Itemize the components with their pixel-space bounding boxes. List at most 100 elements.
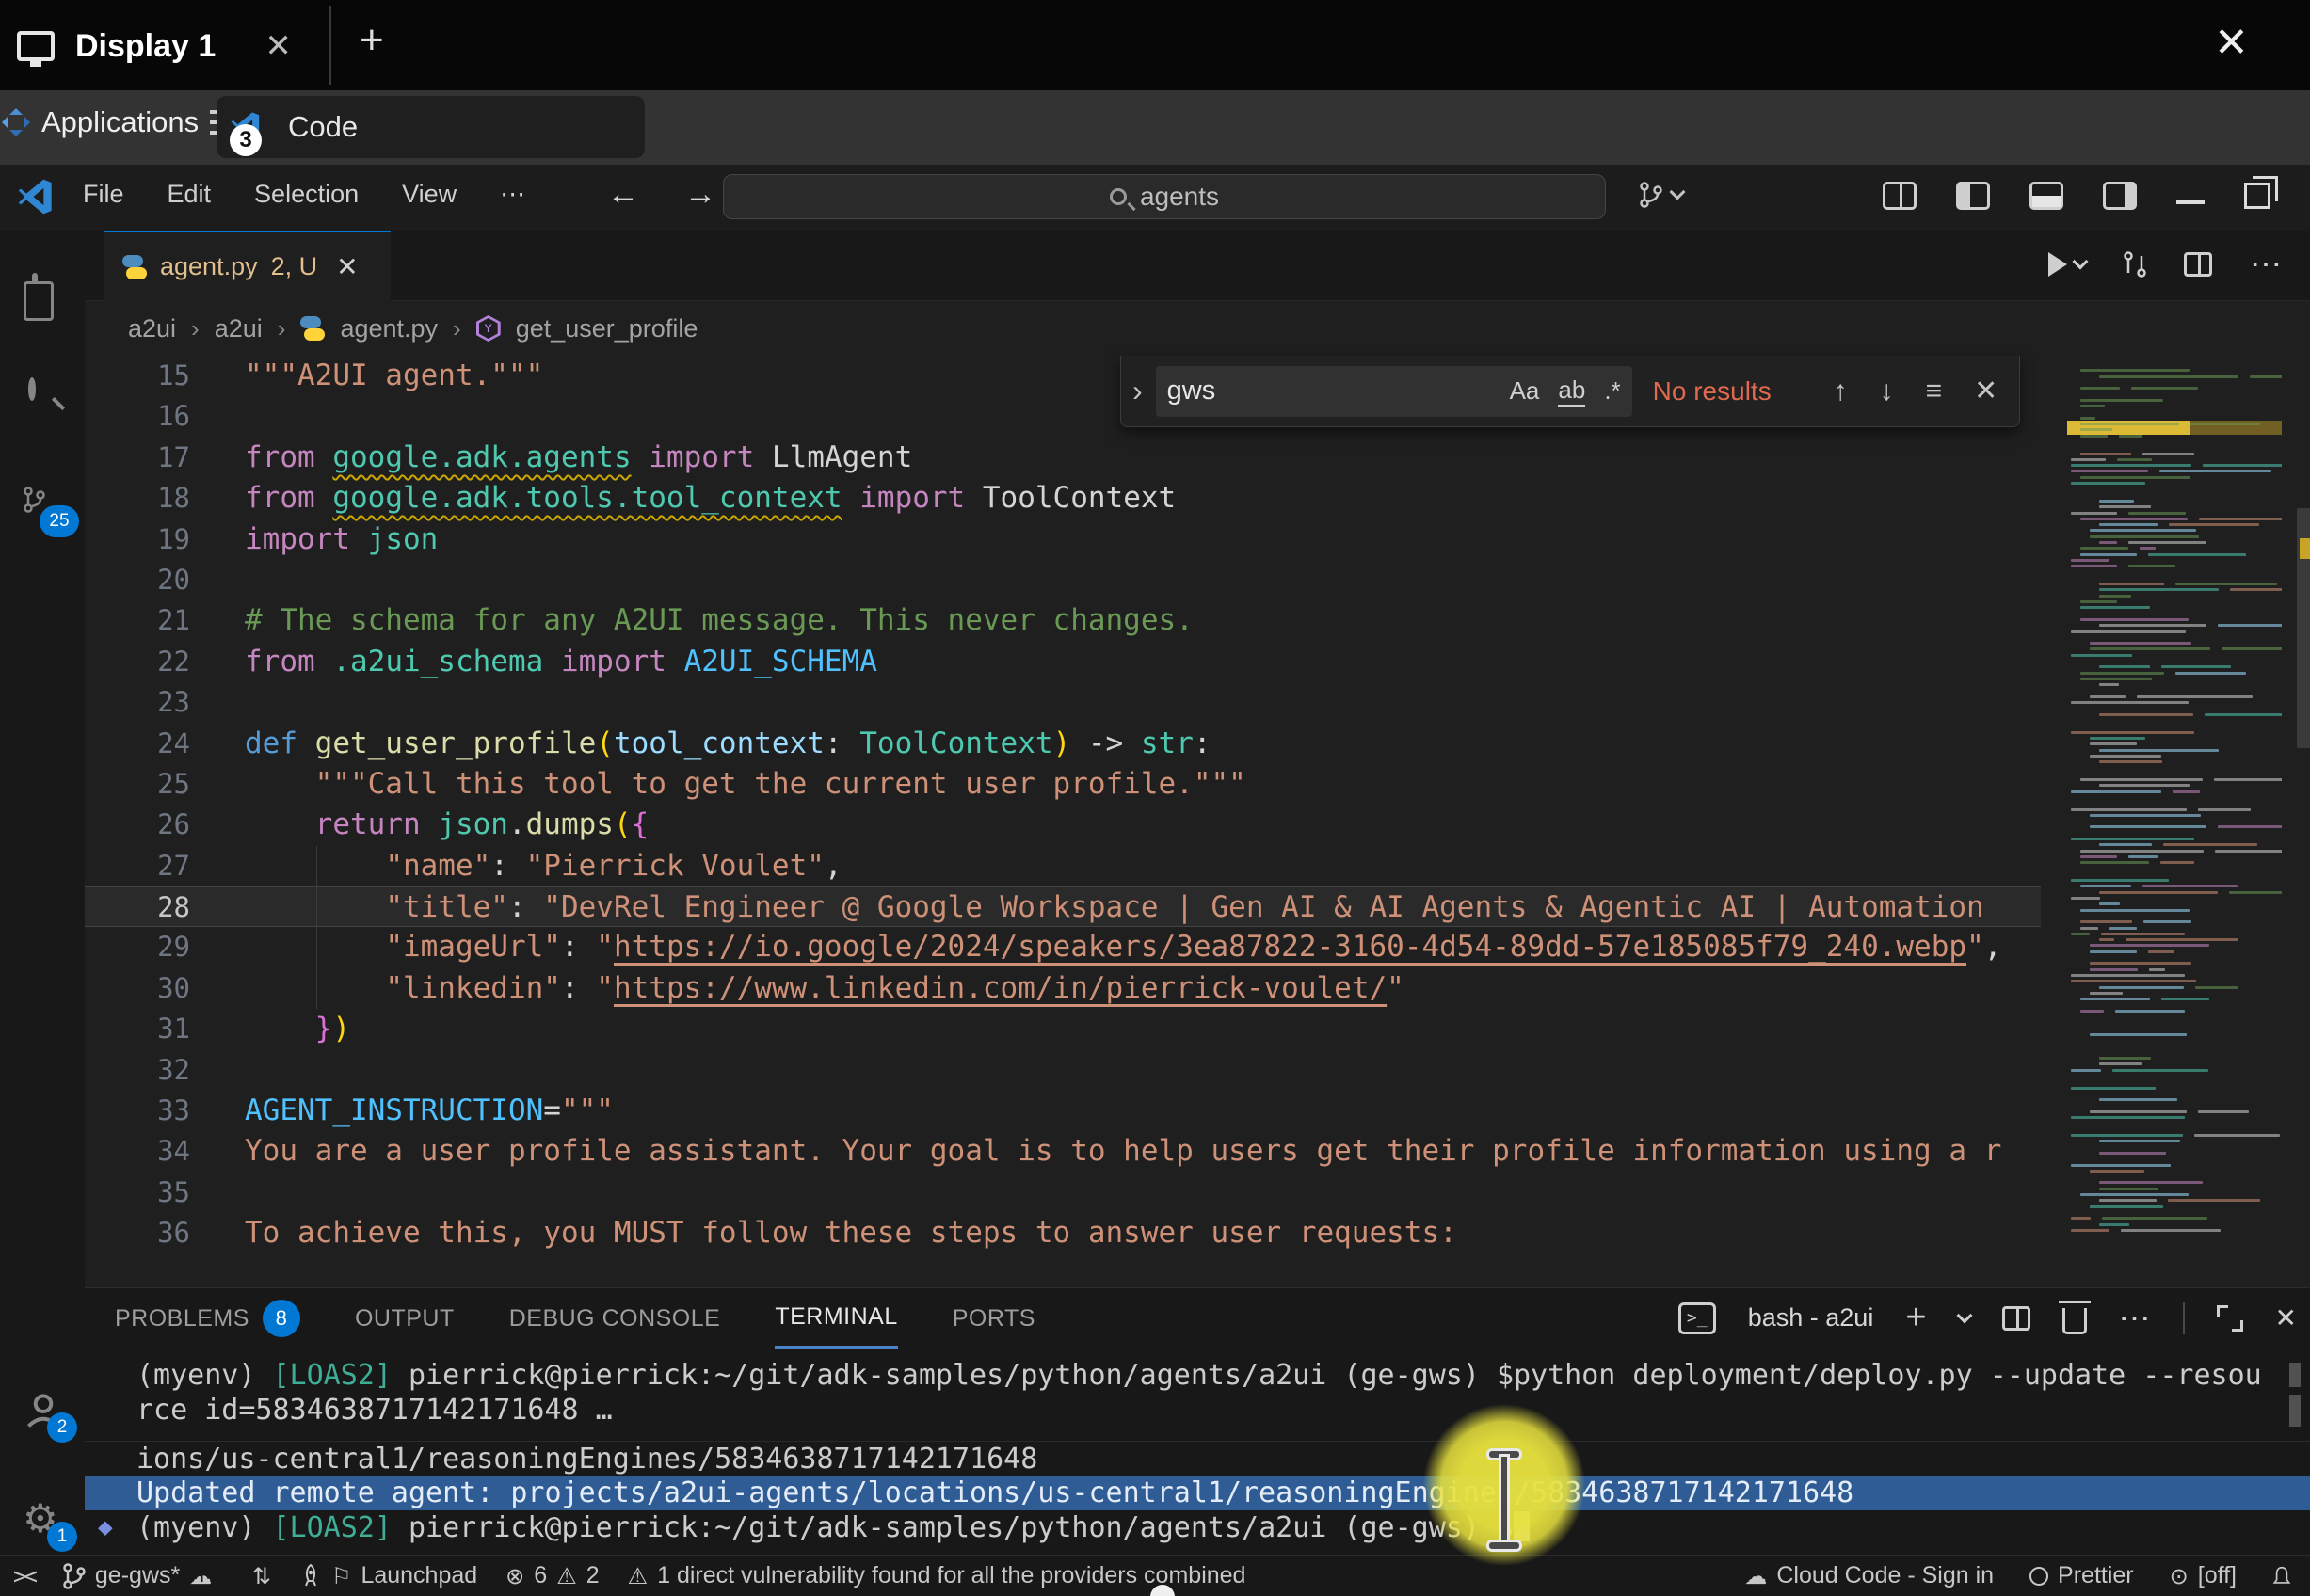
tab-close-icon[interactable]: ✕ [336, 251, 358, 282]
find-close-icon[interactable]: ✕ [1974, 375, 1997, 407]
code-line-18[interactable]: 18from google.adk.tools.tool_context imp… [85, 478, 2310, 519]
code-line-26[interactable]: 26 return json.dumps({ [85, 805, 2310, 845]
menu-file[interactable]: File [83, 180, 124, 209]
breadcrumb-a2ui-2[interactable]: a2ui [215, 314, 263, 343]
breadcrumb-symbol[interactable]: get_user_profile [516, 314, 698, 343]
find-in-selection-icon[interactable]: ≡ [1926, 375, 1943, 407]
compare-changes-icon[interactable] [2124, 251, 2146, 278]
find-previous-icon[interactable]: ↑ [1834, 375, 1848, 407]
vnc-new-tab-button[interactable]: + [360, 17, 384, 64]
prompt-decoration-icon[interactable]: ◆ [98, 1510, 113, 1545]
tab-terminal[interactable]: TERMINAL [775, 1288, 897, 1349]
customize-layout-icon[interactable] [1883, 182, 1917, 210]
kill-terminal-icon[interactable] [2062, 1308, 2087, 1334]
terminal-dropdown-icon[interactable] [1956, 1307, 1972, 1323]
maximize-panel-icon[interactable] [2217, 1305, 2243, 1332]
tab-agent-py[interactable]: agent.py 2, U ✕ [104, 231, 391, 301]
toggle-sidebar-icon[interactable] [1956, 182, 1990, 210]
remote-indicator[interactable]: >< [13, 1563, 35, 1589]
tab-debug-console[interactable]: DEBUG CONSOLE [509, 1288, 721, 1349]
breadcrumb-a2ui-1[interactable]: a2ui [128, 314, 176, 343]
explorer-icon[interactable] [23, 276, 64, 317]
launchpad-status[interactable]: ⚐ Launchpad [299, 1562, 477, 1589]
window-minimize-icon[interactable] [2176, 200, 2205, 204]
code-line-32[interactable]: 32 [85, 1050, 2310, 1091]
new-terminal-button[interactable]: + [1905, 1298, 1926, 1338]
whole-word-toggle[interactable]: ab [1558, 375, 1585, 407]
terminal-session-label[interactable]: bash - a2ui [1748, 1303, 1874, 1333]
code-line-27[interactable]: 27 "name": "Pierrick Voulet", [85, 846, 2310, 886]
find-expand-chevron-icon[interactable]: › [1121, 374, 1156, 408]
search-sidebar-icon[interactable] [23, 381, 64, 423]
prettier-status[interactable]: Prettier [2029, 1562, 2134, 1589]
tab-ports[interactable]: PORTS [953, 1288, 1035, 1349]
toggle-panel-icon[interactable] [2029, 182, 2063, 210]
nav-back-icon[interactable]: ← [607, 176, 639, 213]
command-center-search[interactable]: agents [723, 174, 1606, 219]
code-line-36[interactable]: 36To achieve this, you MUST follow these… [85, 1213, 2310, 1253]
applications-menu[interactable]: Applications [2, 105, 231, 139]
menu-edit[interactable]: Edit [168, 180, 212, 209]
sync-status[interactable]: ⇅ [252, 1563, 271, 1589]
menu-view[interactable]: View [402, 180, 457, 209]
flag-icon: ⚐ [331, 1563, 352, 1589]
toggle-secondary-sidebar-icon[interactable] [2103, 182, 2137, 210]
breadcrumb-file[interactable]: agent.py [340, 314, 438, 343]
code-line-24[interactable]: 24def get_user_profile(tool_context: Too… [85, 724, 2310, 764]
terminal-line[interactable]: rce id=5834638717142171648 … [85, 1393, 2310, 1428]
code-editor[interactable]: 15"""A2UI agent."""1617from google.adk.a… [85, 356, 2310, 1287]
terminal-line[interactable]: Updated remote agent: projects/a2ui-agen… [85, 1476, 2310, 1510]
code-line-23[interactable]: 23 [85, 682, 2310, 723]
find-input[interactable]: gws Aa ab .* [1156, 366, 1632, 417]
code-line-21[interactable]: 21# The schema for any A2UI message. Thi… [85, 600, 2310, 641]
split-editor-icon[interactable] [2184, 252, 2212, 277]
line-number: 28 [85, 887, 190, 928]
vnc-window-close-icon[interactable]: ✕ [2214, 19, 2249, 67]
split-terminal-icon[interactable] [2002, 1306, 2030, 1331]
tab-problems[interactable]: PROBLEMS8 [115, 1288, 300, 1349]
code-line-19[interactable]: 19import json [85, 519, 2310, 560]
code-line-20[interactable]: 20 [85, 560, 2310, 600]
terminal-line[interactable]: (myenv) [LOAS2] pierrick@pierrick:~/git/… [85, 1358, 2310, 1393]
run-python-file-button[interactable] [2048, 252, 2086, 277]
taskbar-window-code[interactable]: Code [217, 96, 645, 158]
vnc-display-tab[interactable]: Display 1 ✕ [17, 13, 292, 79]
window-restore-icon[interactable] [2244, 183, 2270, 209]
menu-more-icon[interactable]: ⋯ [500, 180, 525, 209]
terminal-output[interactable]: (myenv) [LOAS2] pierrick@pierrick:~/git/… [85, 1349, 2310, 1556]
code-line-35[interactable]: 35 [85, 1173, 2310, 1213]
git-branch-status[interactable]: ge-gws* ☁↑ [63, 1562, 224, 1589]
cloud-code-signin[interactable]: ☁ Cloud Code - Sign in [1744, 1562, 1994, 1589]
vnc-tab-close-icon[interactable]: ✕ [265, 27, 292, 65]
terminal-scrollbar-thumb[interactable] [2289, 1363, 2301, 1387]
regex-toggle[interactable]: .* [1604, 376, 1620, 406]
nav-forward-icon[interactable]: → [684, 176, 716, 213]
problems-status[interactable]: ⊗ 6 ⚠ 2 [505, 1562, 599, 1589]
prettier-label: Prettier [2058, 1562, 2134, 1589]
scrollbar-track[interactable] [2282, 356, 2310, 1287]
code-line-29[interactable]: 29 "imageUrl": "https://io.google/2024/s… [85, 927, 2310, 967]
code-line-22[interactable]: 22from .a2ui_schema import A2UI_SCHEMA [85, 642, 2310, 682]
match-case-toggle[interactable]: Aa [1510, 376, 1540, 406]
screencast-off-status[interactable]: ⊙ [off] [2170, 1562, 2237, 1589]
code-line-34[interactable]: 34You are a user profile assistant. Your… [85, 1131, 2310, 1172]
vulnerability-status[interactable]: ⚠ 1 direct vulnerability found for all t… [628, 1562, 1246, 1589]
terminal-more-icon[interactable]: ⋯ [2119, 1300, 2151, 1337]
notifications-bell-icon[interactable] [2272, 1565, 2291, 1588]
code-line-28[interactable]: 28 "title": "DevRel Engineer @ Google Wo… [85, 886, 2041, 927]
terminal-line[interactable]: ◆(myenv) [LOAS2] pierrick@pierrick:~/git… [85, 1510, 2310, 1545]
pull-request-indicator[interactable] [1640, 182, 1683, 208]
editor-actions-more-icon[interactable]: ⋯ [2250, 246, 2282, 283]
close-panel-icon[interactable]: ✕ [2275, 1302, 2297, 1333]
terminal-line[interactable]: ions/us-central1/reasoningEngines/583463… [85, 1441, 2310, 1476]
code-line-33[interactable]: 33AGENT_INSTRUCTION=""" [85, 1091, 2310, 1131]
code-line-25[interactable]: 25 """Call this tool to get the current … [85, 764, 2310, 805]
tab-output[interactable]: OUTPUT [355, 1288, 455, 1349]
code-line-17[interactable]: 17from google.adk.agents import LlmAgent [85, 438, 2310, 478]
minimap[interactable] [2067, 356, 2282, 1287]
menu-selection[interactable]: Selection [254, 180, 359, 209]
find-next-icon[interactable]: ↓ [1880, 375, 1894, 407]
code-line-30[interactable]: 30 "linkedin": "https://www.linkedin.com… [85, 968, 2310, 1009]
terminal-scrollbar-thumb[interactable] [2289, 1395, 2301, 1427]
code-line-31[interactable]: 31 }) [85, 1009, 2310, 1049]
